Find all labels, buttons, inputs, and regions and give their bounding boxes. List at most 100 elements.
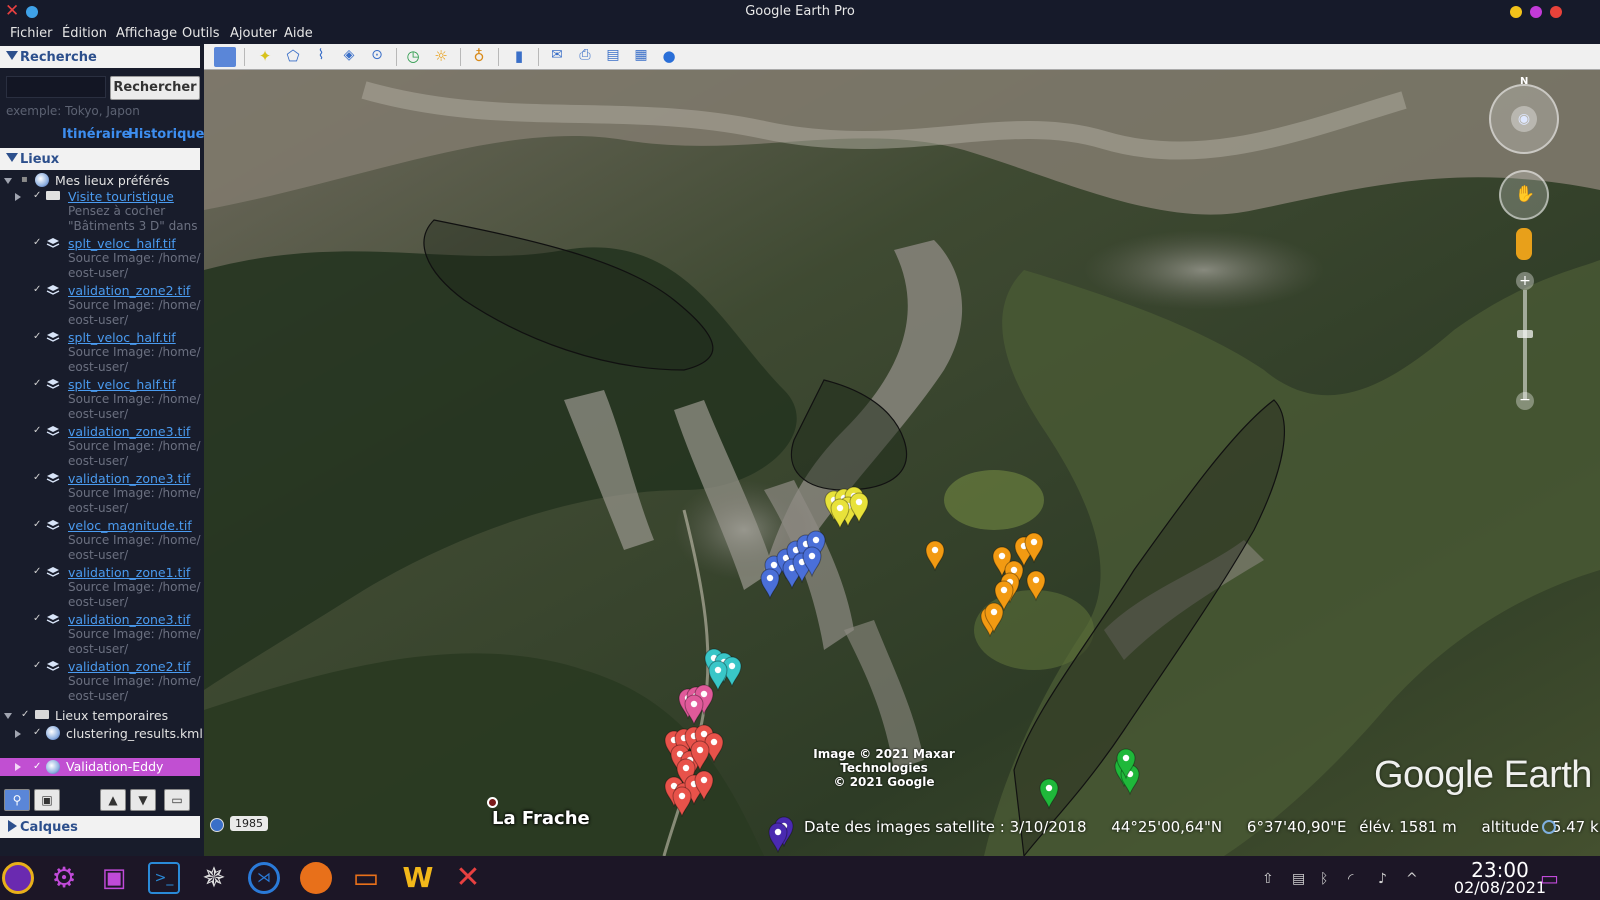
ruler-button[interactable]: ▮ [508, 47, 530, 67]
menu-affichage[interactable]: Affichage [116, 26, 177, 41]
menu-outils[interactable]: Outils [182, 26, 220, 41]
search-button[interactable]: Rechercher [110, 76, 200, 100]
zoom-out-button[interactable]: − [1516, 392, 1534, 410]
tree-row-image-overlay[interactable]: ✓ splt_veloc_half.tif Source Image: /home/… [0, 377, 201, 421]
tree-label[interactable]: validation_zone3.tif [68, 471, 190, 486]
tree-row-image-overlay[interactable]: ✓ splt_veloc_half.tif Source Image: /home/… [0, 330, 201, 374]
checkbox[interactable]: ✓ [33, 728, 42, 738]
placemark-pin-red[interactable] [672, 786, 692, 818]
update-tray-icon[interactable]: ⇧ [1262, 871, 1274, 887]
move-joystick[interactable]: ✋ [1499, 170, 1549, 220]
clock-date[interactable]: 02/08/2021 [1450, 878, 1550, 897]
layers-panel-header[interactable]: Calques [0, 816, 200, 838]
checkbox[interactable]: ✓ [33, 379, 42, 389]
tree-row-image-overlay[interactable]: ✓ splt_veloc_half.tif Source Image: /home/… [0, 236, 201, 280]
firefox-icon[interactable] [300, 862, 332, 894]
view-in-maps-button[interactable]: ▤ [602, 47, 624, 67]
placemark-pin-orange[interactable] [1026, 570, 1046, 602]
tree-label[interactable]: validation_zone3.tif [68, 424, 190, 439]
tree-row-image-overlay[interactable]: ✓ validation_zone2.tif Source Image: /home… [0, 659, 201, 703]
google-earth-task-icon[interactable]: ✕ [452, 862, 484, 894]
zoom-slider[interactable] [1523, 290, 1527, 400]
show-sidebar-button[interactable]: ▣ [34, 789, 60, 811]
tree-row-image-overlay[interactable]: ✓ validation_zone3.tif Source Image: /home… [0, 471, 201, 515]
tree-label[interactable]: splt_veloc_half.tif [68, 236, 176, 251]
placemark-pin-cyan[interactable] [708, 660, 728, 692]
launcher-icon[interactable] [2, 862, 34, 894]
search-panel-header[interactable]: Recherche [0, 46, 200, 68]
menu-aide[interactable]: Aide [284, 26, 313, 41]
wps-writer-icon[interactable]: W [402, 862, 434, 894]
tray-expand-icon[interactable]: ^ [1406, 871, 1418, 887]
placemark-pin-orange[interactable] [925, 540, 945, 572]
email-button[interactable]: ✉ [546, 47, 568, 67]
placemark-pin-blue[interactable] [760, 568, 780, 600]
checkbox[interactable]: ✓ [33, 332, 42, 342]
add-placemark-button[interactable]: ✦ [254, 47, 276, 67]
tree-label[interactable]: validation_zone1.tif [68, 565, 190, 580]
map-view[interactable]: La Frache Image © 2021 Maxar Technologie… [204, 70, 1600, 856]
zoom-in-button[interactable]: + [1516, 272, 1534, 290]
tree-row-image-overlay[interactable]: ✓ validation_zone1.tif Source Image: /home… [0, 565, 201, 609]
placemark-pin-green[interactable] [1039, 778, 1059, 810]
add-folder-button[interactable]: ▭ [164, 789, 190, 811]
search-input[interactable] [6, 76, 106, 98]
expand-icon[interactable] [4, 178, 12, 184]
files-folder-icon[interactable]: ▭ [350, 862, 382, 894]
checkbox[interactable]: ✓ [33, 567, 42, 577]
tree-row-image-overlay[interactable]: ✓ validation_zone3.tif Source Image: /home… [0, 424, 201, 468]
toggle-sidebar-button[interactable] [214, 47, 236, 67]
menu-edition[interactable]: Édition [62, 26, 107, 41]
menu-fichier[interactable]: Fichier [10, 26, 53, 41]
record-tour-button[interactable]: ⊙ [366, 47, 388, 67]
pegman-icon[interactable] [1516, 228, 1532, 260]
zoom-slider-handle[interactable] [1517, 330, 1533, 338]
show-desktop-icon[interactable]: ▭ [1540, 866, 1559, 890]
tree-row-tour[interactable]: ✓ Visite touristique Pensez à cocher "Bâ… [0, 189, 200, 233]
earth-view-button[interactable]: ● [658, 47, 680, 67]
historical-imagery-button[interactable]: ◷ [402, 47, 424, 67]
add-overlay-button[interactable]: ◈ [338, 47, 360, 67]
tree-label[interactable]: Visite touristique [68, 189, 174, 204]
tree-row-image-overlay[interactable]: ✓ veloc_magnitude.tif Source Image: /home/… [0, 518, 201, 562]
tree-label[interactable]: validation_zone2.tif [68, 283, 190, 298]
checkbox[interactable]: ✓ [33, 191, 42, 201]
bluetooth-tray-icon[interactable]: ᛒ [1320, 871, 1328, 887]
sunlight-button[interactable]: ☼ [430, 47, 452, 67]
historical-clock-icon[interactable] [210, 818, 224, 832]
search-places-button[interactable]: ⚲ [4, 789, 30, 811]
close-button[interactable] [1550, 6, 1562, 18]
move-down-button[interactable]: ▼ [130, 789, 156, 811]
look-joystick[interactable]: ◉ [1489, 84, 1559, 154]
checkbox[interactable]: ✓ [33, 238, 42, 248]
places-panel-header[interactable]: Lieux [0, 148, 200, 170]
tree-label[interactable]: veloc_magnitude.tif [68, 518, 192, 533]
tree-row-image-overlay[interactable]: ✓ validation_zone3.tif Source Image: /home… [0, 612, 201, 656]
placemark-pin-yellow[interactable] [830, 498, 850, 530]
maximize-button[interactable] [1530, 6, 1542, 18]
checkbox[interactable]: ✓ [33, 762, 42, 772]
tab-history[interactable]: Historique [128, 127, 204, 142]
checkbox[interactable]: ✓ [33, 661, 42, 671]
checkbox[interactable]: ✓ [33, 285, 42, 295]
tree-row-clustering[interactable]: ✓ clustering_results.kml [0, 726, 203, 742]
planets-button[interactable]: ♁ [468, 47, 490, 67]
menu-ajouter[interactable]: Ajouter [230, 26, 277, 41]
checkbox[interactable]: ▪ [21, 175, 30, 185]
expand-icon[interactable] [15, 763, 21, 771]
save-image-button[interactable]: ▦ [630, 47, 652, 67]
move-up-button[interactable]: ▲ [100, 789, 126, 811]
add-path-button[interactable]: ⌇ [310, 47, 332, 67]
place-label-la-frache[interactable]: La Frache [492, 808, 590, 829]
checkbox[interactable]: ✓ [33, 426, 42, 436]
placemark-pin-pink[interactable] [684, 694, 704, 726]
expand-icon[interactable] [15, 730, 21, 738]
print-button[interactable]: ⎙ [574, 47, 596, 67]
expand-icon[interactable] [15, 193, 21, 201]
tree-label[interactable]: splt_veloc_half.tif [68, 377, 176, 392]
store-bag-icon[interactable]: ▣ [98, 862, 130, 894]
volume-tray-icon[interactable]: ♪ [1378, 871, 1387, 887]
minimize-button[interactable] [1510, 6, 1522, 18]
checkbox[interactable]: ✓ [33, 520, 42, 530]
tab-itinerary[interactable]: Itinéraire [62, 127, 130, 142]
